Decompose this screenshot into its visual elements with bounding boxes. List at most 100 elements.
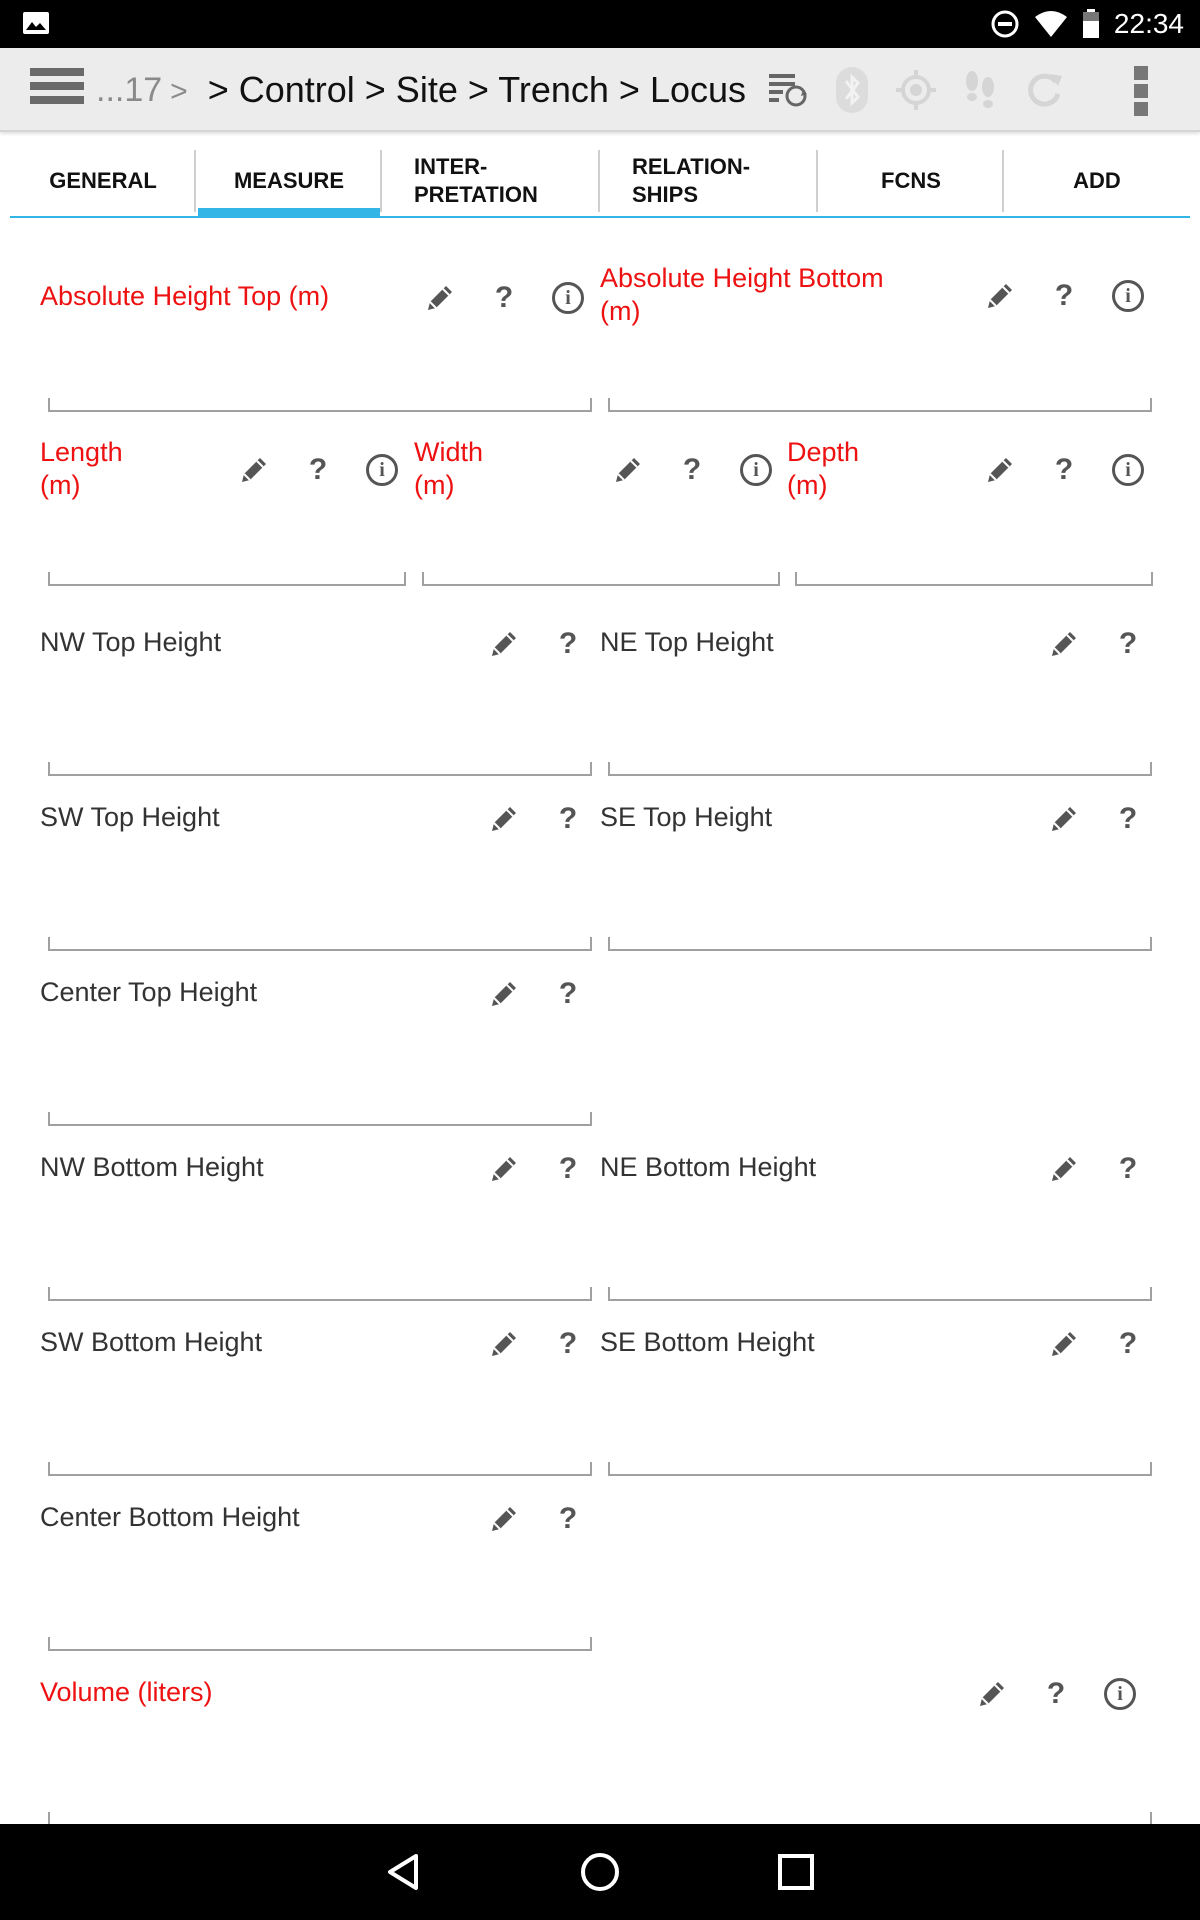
abs-height-bottom-input[interactable] [608, 398, 1152, 412]
info-icon[interactable]: i [1096, 274, 1160, 318]
home-icon[interactable] [576, 1848, 624, 1896]
breadcrumb-prefix[interactable]: ...17 > [96, 71, 188, 110]
tab-fcns[interactable]: FCNS [818, 146, 1004, 216]
bluetooth-icon[interactable] [820, 48, 884, 132]
nw-bottom-height-field: NW Bottom Height ? [40, 1151, 592, 1301]
center-top-height-input[interactable] [48, 1112, 592, 1126]
info-icon[interactable]: i [1096, 448, 1160, 492]
tab-interpretation[interactable]: INTER- PRETATION [382, 146, 600, 216]
tab-relationships[interactable]: RELATION- SHIPS [600, 146, 818, 216]
edit-pencil-icon[interactable] [1032, 1147, 1096, 1191]
nw-bottom-height-input[interactable] [48, 1287, 592, 1301]
wifi-icon [1034, 11, 1067, 37]
edit-pencil-icon[interactable] [472, 622, 536, 666]
help-icon[interactable]: ? [1096, 1322, 1160, 1366]
abs-height-top-input[interactable] [48, 398, 592, 412]
ne-bottom-height-input[interactable] [608, 1287, 1152, 1301]
edit-pencil-icon[interactable] [222, 448, 286, 492]
info-icon[interactable]: i [350, 448, 414, 492]
center-bottom-height-input[interactable] [48, 1637, 592, 1651]
help-icon[interactable]: ? [536, 1497, 600, 1541]
edit-pencil-icon[interactable] [1032, 622, 1096, 666]
depth-field: Depth (m) ? i [787, 436, 1155, 590]
se-bottom-height-input[interactable] [608, 1462, 1152, 1476]
breadcrumb-path[interactable]: > Control > Site > Trench > Locus [208, 69, 746, 111]
edit-pencil-icon[interactable] [472, 1322, 536, 1366]
nw-top-height-input[interactable] [48, 762, 592, 776]
tab-add[interactable]: ADD [1004, 146, 1190, 216]
ne-top-height-input[interactable] [608, 762, 1152, 776]
abs-height-top-field: Absolute Height Top (m) ? i [40, 276, 592, 416]
status-bar: 22:34 [0, 0, 1200, 48]
sw-bottom-height-input[interactable] [48, 1462, 592, 1476]
footsteps-icon[interactable] [948, 48, 1012, 132]
ne-top-height-field: NE Top Height ? [600, 626, 1152, 776]
navigation-bar [0, 1824, 1200, 1920]
menu-icon[interactable] [30, 68, 84, 112]
edit-pencil-icon[interactable] [408, 276, 472, 320]
image-notification-icon [23, 12, 49, 34]
help-icon[interactable]: ? [536, 797, 600, 841]
field-label: Length (m) [40, 437, 123, 500]
help-icon[interactable]: ? [286, 448, 350, 492]
edit-pencil-icon[interactable] [1032, 797, 1096, 841]
edit-pencil-icon[interactable] [472, 1147, 536, 1191]
help-icon[interactable]: ? [472, 276, 536, 320]
field-label: SE Bottom Height [600, 1327, 815, 1357]
width-field: Width (m) ? i [414, 436, 782, 590]
breadcrumb: ...17 > > Control > Site > Trench > Locus [96, 48, 746, 132]
refresh-icon[interactable] [1012, 48, 1076, 132]
help-icon[interactable]: ? [1024, 1672, 1088, 1716]
sync-list-icon[interactable] [756, 48, 820, 132]
field-label: NE Top Height [600, 627, 774, 657]
edit-pencil-icon[interactable] [960, 1672, 1024, 1716]
help-icon[interactable]: ? [1096, 797, 1160, 841]
length-input[interactable] [48, 572, 406, 586]
field-label: NW Top Height [40, 627, 222, 657]
action-icons [756, 48, 1076, 132]
se-bottom-height-field: SE Bottom Height ? [600, 1326, 1152, 1476]
edit-pencil-icon[interactable] [1032, 1322, 1096, 1366]
edit-pencil-icon[interactable] [968, 448, 1032, 492]
edit-pencil-icon[interactable] [472, 797, 536, 841]
tab-measure[interactable]: MEASURE [196, 146, 382, 218]
help-icon[interactable]: ? [536, 1147, 600, 1191]
tab-general[interactable]: GENERAL [10, 146, 196, 216]
help-icon[interactable]: ? [1096, 622, 1160, 666]
edit-pencil-icon[interactable] [596, 448, 660, 492]
edit-pencil-icon[interactable] [472, 1497, 536, 1541]
tab-bar: GENERAL MEASURE INTER- PRETATION RELATIO… [10, 146, 1190, 218]
width-input[interactable] [422, 572, 780, 586]
edit-pencil-icon[interactable] [472, 972, 536, 1016]
help-icon[interactable]: ? [536, 1322, 600, 1366]
overflow-menu-icon[interactable] [1134, 66, 1148, 116]
ne-bottom-height-field: NE Bottom Height ? [600, 1151, 1152, 1301]
help-icon[interactable]: ? [660, 448, 724, 492]
field-label: SW Top Height [40, 802, 220, 832]
field-label: Absolute Height Top (m) [40, 281, 330, 311]
back-icon[interactable] [380, 1848, 428, 1896]
battery-icon [1082, 9, 1099, 38]
help-icon[interactable]: ? [536, 972, 600, 1016]
gps-target-icon[interactable] [884, 48, 948, 132]
sw-top-height-input[interactable] [48, 937, 592, 951]
recents-icon[interactable] [772, 1848, 820, 1896]
status-time: 22:34 [1113, 8, 1184, 39]
se-top-height-input[interactable] [608, 937, 1152, 951]
depth-input[interactable] [795, 572, 1153, 586]
field-label: NW Bottom Height [40, 1152, 264, 1182]
field-label: Depth (m) [787, 437, 860, 500]
help-icon[interactable]: ? [1032, 448, 1096, 492]
info-icon[interactable]: i [1088, 1672, 1152, 1716]
center-bottom-height-field: Center Bottom Height ? [40, 1501, 592, 1651]
help-icon[interactable]: ? [536, 622, 600, 666]
center-top-height-field: Center Top Height ? [40, 976, 592, 1126]
edit-pencil-icon[interactable] [968, 274, 1032, 318]
info-icon[interactable]: i [536, 276, 600, 320]
abs-height-bottom-field: Absolute Height Bottom (m) ? i [600, 262, 1152, 416]
field-label: Width (m) [414, 437, 484, 500]
info-icon[interactable]: i [724, 448, 788, 492]
help-icon[interactable]: ? [1032, 274, 1096, 318]
se-top-height-field: SE Top Height ? [600, 801, 1152, 951]
help-icon[interactable]: ? [1096, 1147, 1160, 1191]
